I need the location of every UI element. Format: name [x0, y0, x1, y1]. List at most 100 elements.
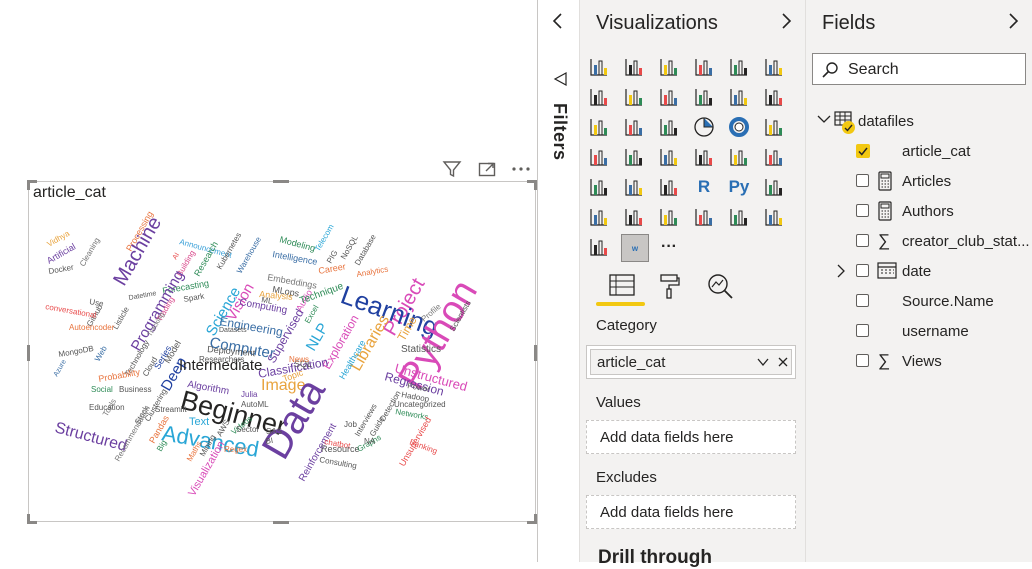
word-cloud-word[interactable]: AI [172, 252, 181, 261]
waterfall-chart-icon[interactable] [586, 114, 612, 140]
format-paint-roller-icon[interactable] [659, 272, 681, 305]
checkbox[interactable] [856, 354, 869, 367]
power-automate-icon[interactable] [586, 234, 612, 260]
donut-chart-icon[interactable] [726, 114, 752, 140]
resize-handle[interactable] [27, 180, 30, 190]
field-item-creator-club-stat[interactable]: ∑ creator_club_stat... [806, 228, 1032, 258]
field-item-date[interactable]: date [806, 258, 1032, 288]
treemap-icon[interactable] [761, 114, 787, 140]
wordcloud-visual[interactable]: article_cat Vidhya Artificial Docker Cleani… [28, 181, 536, 522]
word-cloud-word[interactable]: SAS [266, 427, 282, 436]
field-item-authors[interactable]: Authors [806, 198, 1032, 228]
checkbox[interactable] [856, 264, 869, 277]
word-cloud-word[interactable]: Recommendation [113, 404, 152, 463]
word-cloud-word[interactable]: Social [91, 385, 113, 394]
word-cloud-word[interactable]: News [289, 355, 309, 364]
more-options-icon[interactable] [510, 158, 532, 180]
category-field-pill[interactable]: article_cat [590, 349, 792, 375]
filter-icon[interactable] [441, 158, 463, 180]
qa-icon[interactable] [621, 204, 647, 230]
filled-map-icon[interactable] [621, 144, 647, 170]
expand-chevron-icon[interactable] [1006, 12, 1020, 35]
category-well[interactable]: article_cat [586, 345, 796, 379]
search-input[interactable]: Search [848, 61, 899, 79]
scatter-chart-icon[interactable] [656, 114, 682, 140]
analytics-magnifier-icon[interactable] [706, 272, 734, 305]
word-cloud-word[interactable]: Statistics [401, 344, 441, 355]
word-cloud-word[interactable]: Julia [241, 390, 258, 399]
paginated-report-icon[interactable] [691, 204, 717, 230]
word-cloud-icon[interactable]: w [621, 234, 649, 262]
checkbox[interactable] [856, 324, 869, 337]
clustered-bar-chart-icon[interactable] [656, 54, 682, 80]
area-chart-icon[interactable] [621, 84, 647, 110]
field-item-username[interactable]: username [806, 318, 1032, 348]
power-apps-icon[interactable] [761, 204, 787, 230]
matrix-icon[interactable] [656, 174, 682, 200]
build-visual-tab-icon[interactable] [608, 272, 636, 303]
word-cloud-word[interactable]: Sector [236, 425, 259, 434]
word-cloud-word[interactable]: Spark [183, 291, 206, 304]
ribbon-chart-icon[interactable] [761, 84, 787, 110]
pie-chart-icon[interactable] [691, 114, 717, 140]
word-cloud-word[interactable]: Datetime [128, 290, 157, 302]
gauge-icon[interactable] [656, 144, 682, 170]
focus-mode-icon[interactable] [476, 158, 498, 180]
line-chart-icon[interactable] [586, 84, 612, 110]
stacked-area-chart-icon[interactable] [656, 84, 682, 110]
checkbox[interactable] [856, 294, 869, 307]
word-cloud-word[interactable]: Consulting [319, 455, 358, 470]
filters-pane[interactable]: Filters [538, 0, 580, 562]
table-name[interactable]: datafiles [858, 113, 914, 130]
smart-narrative-icon[interactable] [656, 204, 682, 230]
word-cloud-word[interactable]: Telecom [313, 222, 336, 253]
python-visual-icon[interactable]: Py [726, 174, 752, 200]
line-and-clustered-column-icon[interactable] [726, 84, 752, 110]
resize-handle[interactable] [27, 514, 30, 524]
expand-chevron-icon[interactable] [836, 264, 846, 283]
table-icon[interactable] [621, 174, 647, 200]
word-cloud-word[interactable]: Business [119, 385, 151, 394]
chevron-down-icon[interactable] [756, 355, 770, 374]
stacked-bar-chart-icon[interactable] [586, 54, 612, 80]
excludes-well[interactable]: Add data fields here [586, 495, 796, 529]
100-stacked-bar-icon[interactable] [726, 54, 752, 80]
word-cloud-word[interactable]: Career [318, 261, 347, 276]
word-cloud-word[interactable]: Probability [98, 367, 142, 384]
r-visual-icon[interactable]: R [691, 174, 717, 200]
word-cloud-word[interactable]: Autoencoder [69, 323, 115, 332]
slicer-icon[interactable] [586, 174, 612, 200]
word-cloud-word[interactable]: Azure [53, 359, 68, 378]
line-and-column-icon[interactable] [691, 84, 717, 110]
word-cloud-word[interactable]: NA [364, 437, 376, 446]
collapse-table-chevron-icon[interactable] [817, 112, 831, 130]
field-item-article-cat[interactable]: article_cat [806, 138, 1032, 168]
collapse-chevron-icon[interactable] [550, 12, 566, 35]
search-box[interactable]: Search [812, 53, 1026, 85]
resize-handle[interactable] [273, 180, 289, 183]
word-cloud-word[interactable]: Web [93, 344, 109, 363]
word-cloud-word[interactable]: BI [265, 436, 274, 446]
word-cloud-word[interactable]: MongoDB [58, 344, 95, 359]
word-cloud-word[interactable]: Regex [224, 445, 247, 454]
checkbox[interactable] [856, 234, 869, 247]
multi-row-card-icon[interactable] [726, 144, 752, 170]
word-cloud-word[interactable]: Cleaning [78, 236, 102, 268]
word-cloud-word[interactable]: Programming [128, 268, 188, 354]
map-icon[interactable] [586, 144, 612, 170]
clustered-column-chart-icon[interactable] [691, 54, 717, 80]
checkbox[interactable] [856, 174, 869, 187]
100-stacked-column-icon[interactable] [761, 54, 787, 80]
field-item-views[interactable]: ∑ Views [806, 348, 1032, 378]
decomposition-tree-icon[interactable] [586, 204, 612, 230]
resize-handle[interactable] [27, 345, 30, 361]
filters-label[interactable]: Filters [549, 103, 570, 161]
word-cloud-word[interactable]: Job [344, 420, 357, 429]
word-cloud-word[interactable]: Datasets [219, 327, 247, 334]
resize-handle[interactable] [273, 521, 289, 524]
checkbox[interactable] [856, 204, 869, 217]
field-item-articles[interactable]: Articles [806, 168, 1032, 198]
funnel-chart-icon[interactable] [621, 114, 647, 140]
remove-field-icon[interactable] [777, 355, 789, 374]
word-cloud-word[interactable]: Text [189, 416, 209, 428]
